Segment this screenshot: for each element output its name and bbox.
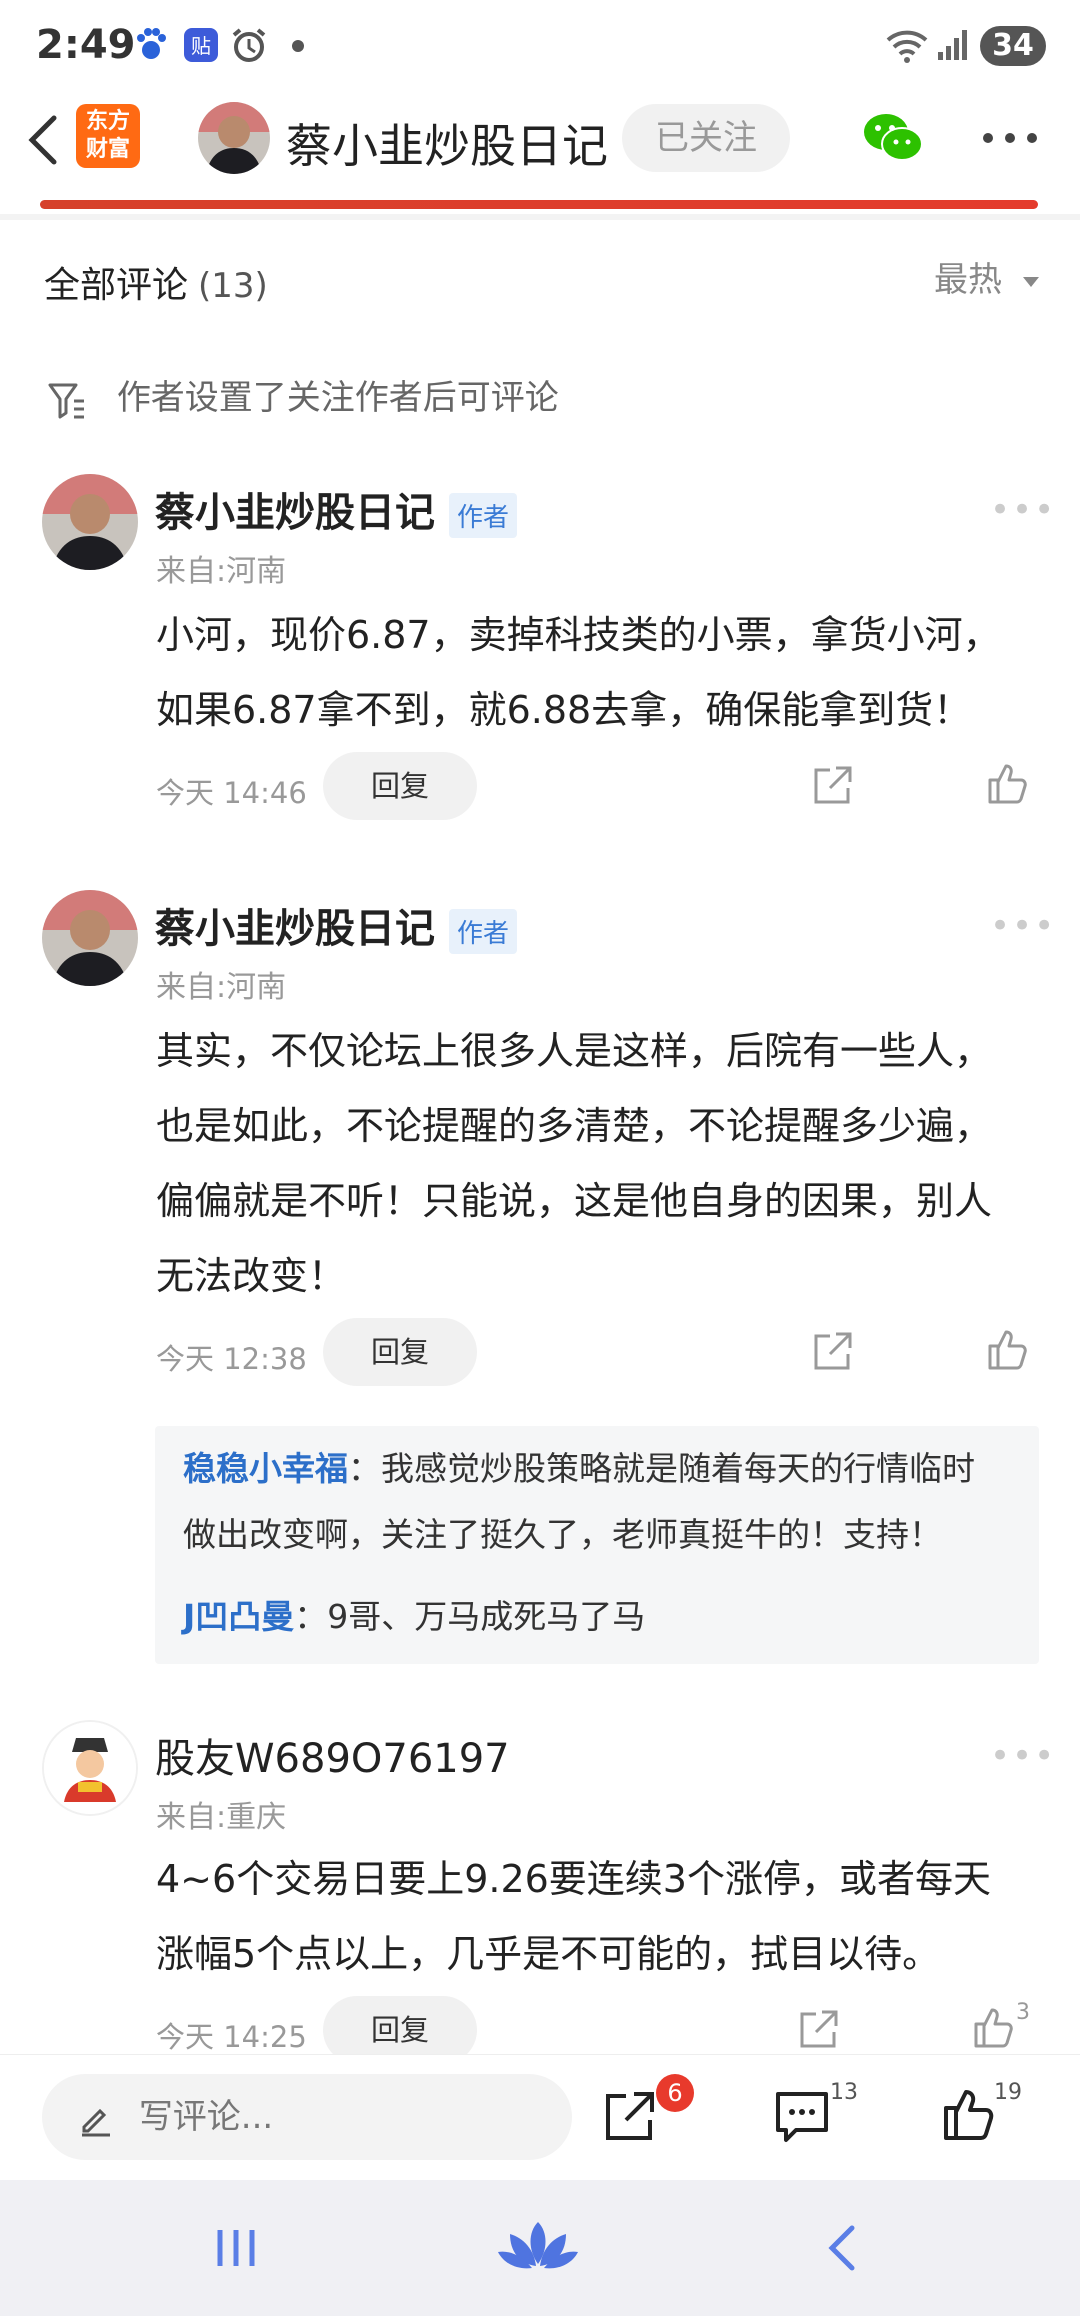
page-title: 蔡小韭炒股日记 xyxy=(286,119,608,173)
caret-down-icon xyxy=(1022,276,1039,287)
comment-more-icon[interactable]: ••• xyxy=(990,490,1056,530)
comment-avatar[interactable] xyxy=(42,474,138,570)
sub-reply-text: ：9哥、万马成死马了马 xyxy=(294,1597,646,1636)
notice-text: 作者设置了关注作者后可评论 xyxy=(116,378,559,418)
divider xyxy=(0,214,1080,220)
comment-text: 其实，不仅论坛上很多人是这样，后院有一些人， 也是如此，不论提醒的多清楚，不论提… xyxy=(156,1029,993,1298)
author-tag: 作者 xyxy=(449,908,518,954)
author-avatar[interactable] xyxy=(198,102,270,174)
share-icon[interactable] xyxy=(602,2088,658,2144)
comment-time: 今天 14:46 xyxy=(156,776,307,810)
pencil-icon xyxy=(82,2108,110,2136)
sub-replies: 稳稳小幸福：我感觉炒股策略就是随着每天的行情临时 做出改变啊，关注了挺久了，老师… xyxy=(155,1426,1039,1664)
like-count: 19 xyxy=(994,2080,1022,2105)
sub-reply-text: ：我感觉炒股策略就是随着每天的行情临时 xyxy=(348,1449,975,1488)
comment-username[interactable]: 蔡小韭炒股日记 作者 xyxy=(155,480,518,538)
sub-reply[interactable]: J凹凸曼：9哥、万马成死马了马 xyxy=(183,1584,645,1650)
wifi-icon xyxy=(884,26,930,64)
signal-icon xyxy=(934,26,972,64)
comment-location: 来自:河南 xyxy=(156,970,287,1005)
battery-indicator: 34 xyxy=(980,26,1046,66)
more-options-icon[interactable] xyxy=(980,126,1040,150)
logo-text-2: 财富 xyxy=(85,137,130,162)
like-icon[interactable] xyxy=(972,2006,1016,2050)
wechat-icon[interactable] xyxy=(862,112,924,164)
sub-reply-text-cont: 做出改变啊，关注了挺久了，老师真挺牛的！支持！ xyxy=(183,1515,942,1554)
write-comment-input[interactable]: 写评论... xyxy=(42,2074,572,2160)
share-icon[interactable] xyxy=(796,2008,840,2052)
comment-text: 4~6个交易日要上9.26要连续3个涨停，或者每天 涨幅5个点以上，几乎是不可能… xyxy=(156,1857,991,1976)
comment-location: 来自:重庆 xyxy=(156,1800,287,1835)
share-icon[interactable] xyxy=(810,1330,854,1374)
sort-label: 最热 xyxy=(934,260,1002,300)
comment-location: 来自:河南 xyxy=(156,554,287,589)
comment-avatar[interactable] xyxy=(42,890,138,986)
comment-count: 13 xyxy=(830,2080,858,2105)
share-badge: 6 xyxy=(656,2074,694,2112)
author-tag: 作者 xyxy=(449,492,518,538)
svg-text:贴: 贴 xyxy=(191,34,211,58)
share-icon[interactable] xyxy=(810,764,854,808)
follow-button[interactable]: 已关注 xyxy=(622,104,790,172)
like-icon[interactable] xyxy=(986,762,1030,806)
comment-username[interactable]: 股友W689O76197 xyxy=(155,1726,510,1784)
username-text: 股友W689O76197 xyxy=(155,1736,510,1782)
baidu-paw-icon xyxy=(132,26,170,64)
comment-more-icon[interactable]: ••• xyxy=(990,1736,1056,1776)
comment-time: 今天 12:38 xyxy=(156,1342,307,1376)
status-bar: 2:49 贴 34 xyxy=(0,0,1080,90)
status-time: 2:49 xyxy=(36,22,136,68)
tieba-icon: 贴 xyxy=(182,26,220,64)
comments-count: (13) xyxy=(198,266,268,306)
back-nav-icon[interactable] xyxy=(822,2224,862,2272)
alarm-icon xyxy=(230,26,268,64)
comment-more-icon[interactable]: ••• xyxy=(990,906,1056,946)
comments-label: 全部评论 xyxy=(44,265,189,306)
comment-avatar[interactable] xyxy=(42,1720,138,1816)
header-accent-line xyxy=(40,200,1038,209)
home-lotus-icon[interactable] xyxy=(496,2218,580,2278)
like-count: 3 xyxy=(1016,2000,1030,2025)
like-icon[interactable] xyxy=(986,1328,1030,1372)
comment-icon[interactable] xyxy=(774,2090,830,2144)
sub-reply-user[interactable]: 稳稳小幸福 xyxy=(183,1449,348,1488)
sub-reply-user[interactable]: J凹凸曼 xyxy=(183,1597,294,1636)
recent-apps-icon[interactable] xyxy=(214,2226,258,2270)
comment-time: 今天 14:25 xyxy=(156,2020,307,2054)
comment-restriction-notice: 作者设置了关注作者后可评论 xyxy=(46,370,559,421)
write-placeholder: 写评论... xyxy=(138,2097,274,2137)
back-icon[interactable] xyxy=(20,110,70,170)
sort-dropdown[interactable]: 最热 xyxy=(934,252,1041,301)
username-text: 蔡小韭炒股日记 xyxy=(155,906,435,952)
eastmoney-logo[interactable]: 东方 财富 xyxy=(76,104,140,168)
logo-text-1: 东方 xyxy=(85,109,130,134)
username-text: 蔡小韭炒股日记 xyxy=(155,490,435,536)
reply-button[interactable]: 回复 xyxy=(323,752,477,820)
notification-dot xyxy=(292,40,304,52)
comment-username[interactable]: 蔡小韭炒股日记 作者 xyxy=(155,896,518,954)
sub-reply[interactable]: 稳稳小幸福：我感觉炒股策略就是随着每天的行情临时 做出改变啊，关注了挺久了，老师… xyxy=(183,1436,1023,1568)
filter-icon xyxy=(48,383,84,418)
reply-button[interactable]: 回复 xyxy=(323,1318,477,1386)
comment-text: 小河，现价6.87，卖掉科技类的小票，拿货小河， 如果6.87拿不到，就6.88… xyxy=(156,613,1001,732)
like-icon[interactable] xyxy=(942,2086,998,2142)
comments-header: 全部评论 (13) xyxy=(44,256,268,308)
